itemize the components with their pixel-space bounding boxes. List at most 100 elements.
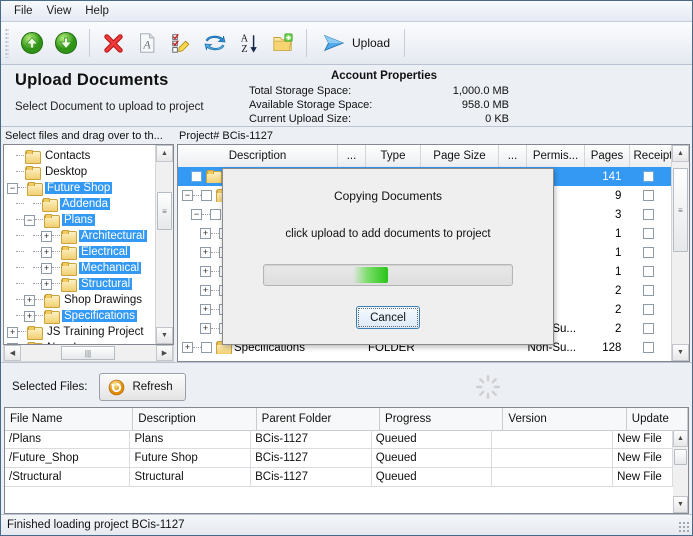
grid-column-header[interactable]: ... [499, 145, 527, 167]
grid-column-header[interactable]: Page Size [421, 145, 499, 167]
tree-expand-icon[interactable] [24, 311, 35, 322]
grid-expand-icon[interactable] [200, 285, 211, 296]
file-column-header[interactable]: Update [627, 408, 688, 430]
grid-scroll-up-button[interactable]: ▲ [672, 145, 689, 162]
grid-vertical-scrollbar[interactable]: ▲ ≡ ▼ [671, 145, 689, 361]
document-receipt-cell[interactable] [625, 171, 672, 182]
tree-item-js-training-project[interactable]: JS Training Project [7, 324, 156, 340]
grid-scroll-thumb[interactable]: ≡ [673, 168, 688, 252]
grid-column-header[interactable]: Type [366, 145, 421, 167]
hscroll-thumb[interactable]: ||| [61, 346, 115, 360]
file-column-header[interactable]: Version [503, 408, 626, 430]
tree-item-mechanical[interactable]: Mechanical [7, 260, 156, 276]
tree-item-specifications[interactable]: Specifications [7, 308, 156, 324]
scroll-up-button[interactable]: ▲ [156, 145, 173, 162]
receipt-checkbox[interactable] [643, 323, 654, 334]
document-receipt-cell[interactable] [625, 266, 672, 277]
receipt-checkbox[interactable] [643, 209, 654, 220]
edit-properties-button[interactable] [164, 26, 198, 60]
sort-button[interactable]: A Z [232, 26, 266, 60]
file-column-header[interactable]: Description [133, 408, 256, 430]
tree-expand-icon[interactable] [7, 327, 18, 338]
files-scroll-track[interactable] [673, 447, 688, 496]
move-down-button[interactable] [49, 26, 83, 60]
grid-scroll-track[interactable]: ≡ [672, 162, 689, 344]
document-receipt-cell[interactable] [625, 323, 672, 334]
tree-item-new-icons[interactable]: New Icons [7, 340, 156, 344]
receipt-checkbox[interactable] [643, 228, 654, 239]
folder-tree-horizontal-scrollbar[interactable]: ◀ ||| ▶ [3, 345, 174, 362]
document-receipt-cell[interactable] [625, 285, 672, 296]
file-column-header[interactable]: Parent Folder [257, 408, 380, 430]
grid-expand-icon[interactable] [200, 266, 211, 277]
receipt-checkbox[interactable] [643, 266, 654, 277]
grid-expand-icon[interactable] [182, 342, 193, 353]
receipt-checkbox[interactable] [643, 285, 654, 296]
tree-expand-icon[interactable] [7, 343, 18, 345]
receipt-checkbox[interactable] [643, 171, 654, 182]
toolbar-grip[interactable] [5, 28, 9, 58]
grid-collapse-icon[interactable] [182, 190, 193, 201]
document-receipt-cell[interactable] [625, 209, 672, 220]
tree-expand-icon[interactable] [24, 295, 35, 306]
document-receipt-cell[interactable] [625, 304, 672, 315]
files-scroll-up-button[interactable]: ▲ [673, 430, 688, 447]
grid-expand-icon[interactable] [200, 323, 211, 334]
menu-item-file[interactable]: File [7, 3, 40, 19]
tree-collapse-icon[interactable] [7, 183, 18, 194]
file-column-header[interactable]: File Name [5, 408, 133, 430]
menu-item-help[interactable]: Help [78, 3, 116, 19]
tree-item-future-shop[interactable]: Future Shop [7, 180, 156, 196]
grid-expand-icon[interactable] [200, 247, 211, 258]
tree-item-architectural[interactable]: Architectural [7, 228, 156, 244]
receipt-checkbox[interactable] [643, 342, 654, 353]
move-up-button[interactable] [15, 26, 49, 60]
tree-expand-icon[interactable] [41, 231, 52, 242]
tree-expand-icon[interactable] [41, 263, 52, 274]
hscroll-track[interactable]: ||| [21, 345, 156, 361]
refresh-toolbar-button[interactable] [198, 26, 232, 60]
receipt-checkbox[interactable] [643, 190, 654, 201]
receipt-checkbox[interactable] [643, 304, 654, 315]
grid-column-header[interactable]: Permis... [527, 145, 585, 167]
document-receipt-cell[interactable] [625, 342, 672, 353]
cancel-button[interactable]: Cancel [356, 306, 420, 329]
selected-files-scrollbar[interactable]: ▲ ▼ [673, 430, 688, 513]
selected-files-body[interactable]: /PlansPlansBCis-1127QueuedNew File/Futur… [5, 430, 673, 513]
tree-item-plans[interactable]: Plans [7, 212, 156, 228]
tree-collapse-icon[interactable] [24, 215, 35, 226]
document-receipt-cell[interactable] [625, 190, 672, 201]
grid-expand-icon[interactable] [200, 304, 211, 315]
refresh-button[interactable]: Refresh [99, 373, 185, 401]
receipt-checkbox[interactable] [643, 247, 654, 258]
file-row[interactable]: /Future_ShopFuture ShopBCis-1127QueuedNe… [5, 449, 673, 468]
tree-item-electrical[interactable]: Electrical [7, 244, 156, 260]
document-receipt-cell[interactable] [625, 247, 672, 258]
delete-button[interactable] [96, 26, 130, 60]
file-row[interactable]: /StructuralStructuralBCis-1127QueuedNew … [5, 468, 673, 487]
scroll-thumb[interactable]: ≡ [157, 192, 172, 230]
tree-item-contacts[interactable]: Contacts [7, 148, 156, 164]
new-folder-button[interactable] [266, 26, 300, 60]
folder-tree-vertical-scrollbar[interactable]: ▲ ≡ ▼ [155, 145, 173, 344]
scroll-track[interactable]: ≡ [156, 162, 173, 327]
tree-expand-icon[interactable] [41, 279, 52, 290]
files-scroll-thumb[interactable] [674, 449, 687, 465]
grid-column-header[interactable]: ... [338, 145, 366, 167]
row-select-checkbox[interactable] [210, 209, 221, 220]
tree-item-addenda[interactable]: Addenda [7, 196, 156, 212]
scroll-down-button[interactable]: ▼ [156, 327, 173, 344]
grid-scroll-down-button[interactable]: ▼ [672, 344, 689, 361]
scroll-right-button[interactable]: ▶ [156, 345, 173, 361]
grid-expand-icon[interactable] [200, 228, 211, 239]
tree-expand-icon[interactable] [41, 247, 52, 258]
grid-column-header[interactable]: Receipt [630, 145, 677, 167]
tree-item-shop-drawings[interactable]: Shop Drawings [7, 292, 156, 308]
tree-item-desktop[interactable]: Desktop [7, 164, 156, 180]
row-select-checkbox[interactable] [201, 342, 212, 353]
resize-gripper[interactable] [678, 521, 690, 533]
file-row[interactable]: /PlansPlansBCis-1127QueuedNew File [5, 430, 673, 449]
files-scroll-down-button[interactable]: ▼ [673, 496, 688, 513]
file-column-header[interactable]: Progress [380, 408, 503, 430]
grid-column-header[interactable]: Description [178, 145, 338, 167]
